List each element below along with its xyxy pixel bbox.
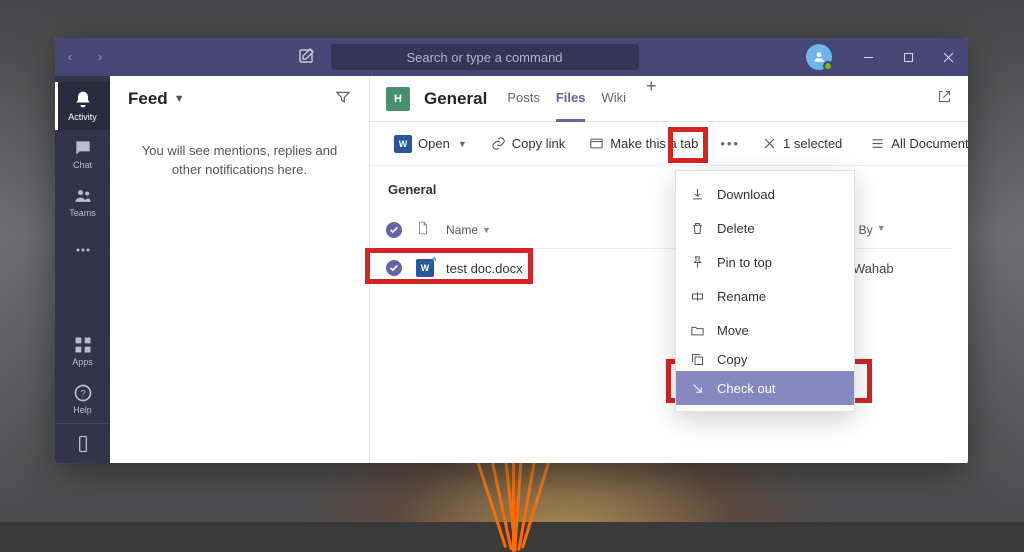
- popout-icon[interactable]: [937, 89, 952, 109]
- close-button[interactable]: [928, 38, 968, 76]
- maketab-button[interactable]: Make this a tab: [579, 129, 708, 159]
- table-row[interactable]: W↗ test doc.docx … n Wahab: [386, 249, 952, 287]
- minimize-button[interactable]: [848, 38, 888, 76]
- rail-help[interactable]: ?Help: [55, 375, 110, 423]
- file-modifiedby: n Wahab: [842, 261, 952, 276]
- location-breadcrumb[interactable]: General: [388, 182, 950, 197]
- presence-badge: [823, 61, 833, 71]
- feed-empty-text: You will see mentions, replies and other…: [110, 122, 369, 200]
- compose-icon[interactable]: [297, 47, 317, 67]
- select-all-toggle[interactable]: [386, 222, 402, 238]
- menu-rename[interactable]: Rename: [676, 279, 854, 313]
- rail-apps[interactable]: Apps: [55, 327, 110, 375]
- feed-header: Feed ▼: [110, 76, 369, 122]
- tab-wiki[interactable]: Wiki: [601, 76, 626, 122]
- app-rail: Activity Chat Teams Apps ?Help: [55, 76, 110, 463]
- menu-pin[interactable]: Pin to top: [676, 245, 854, 279]
- search-input[interactable]: Search or type a command: [331, 44, 639, 70]
- search-placeholder: Search or type a command: [406, 50, 562, 65]
- team-icon: H: [386, 87, 410, 111]
- overflow-button[interactable]: •••: [712, 129, 748, 159]
- avatar[interactable]: [806, 44, 832, 70]
- teams-window: ‹ › Search or type a command Activity Ch…: [55, 38, 968, 463]
- clear-selection-button[interactable]: 1 selected: [752, 129, 852, 159]
- menu-delete[interactable]: Delete: [676, 211, 854, 245]
- feed-title[interactable]: Feed: [128, 89, 168, 109]
- feed-panel: Feed ▼ You will see mentions, replies an…: [110, 76, 370, 463]
- menu-download[interactable]: Download: [676, 177, 854, 211]
- add-tab-button[interactable]: +: [642, 76, 661, 122]
- grid-header: Name▼ ed By▼: [386, 211, 952, 249]
- copylink-button[interactable]: Copy link: [481, 129, 575, 159]
- maximize-button[interactable]: [888, 38, 928, 76]
- menu-checkout[interactable]: Check out: [676, 371, 854, 405]
- nav-back-button[interactable]: ‹: [55, 50, 85, 64]
- row-select-toggle[interactable]: [386, 260, 402, 276]
- svg-text:?: ?: [80, 388, 85, 398]
- tab-posts[interactable]: Posts: [507, 76, 540, 122]
- titlebar: ‹ › Search or type a command: [55, 38, 968, 76]
- rail-chat[interactable]: Chat: [55, 130, 110, 178]
- file-icon: [416, 220, 430, 236]
- chevron-down-icon[interactable]: ▼: [174, 93, 185, 105]
- col-name[interactable]: Name: [446, 223, 478, 237]
- command-bar: WOpen▼ Copy link Make this a tab ••• 1 s…: [370, 122, 968, 166]
- files-area: General Name▼ ed By▼ W↗ test doc.docx … …: [370, 166, 968, 287]
- tab-files[interactable]: Files: [556, 76, 586, 122]
- menu-copy[interactable]: Copy: [676, 347, 854, 371]
- rail-mobile[interactable]: [55, 423, 110, 463]
- view-selector[interactable]: All Documents▼: [860, 129, 968, 159]
- rail-activity[interactable]: Activity: [55, 82, 110, 130]
- channel-header: H General Posts Files Wiki +: [370, 76, 968, 122]
- main-panel: H General Posts Files Wiki + WOpen▼ Copy…: [370, 76, 968, 463]
- filter-icon[interactable]: [335, 89, 351, 110]
- rail-teams[interactable]: Teams: [55, 178, 110, 226]
- menu-move[interactable]: Move: [676, 313, 854, 347]
- open-button[interactable]: WOpen▼: [384, 129, 477, 159]
- channel-name: General: [424, 89, 487, 109]
- rail-more[interactable]: [55, 226, 110, 274]
- nav-forward-button[interactable]: ›: [85, 50, 115, 64]
- context-menu: Download Delete Pin to top Rename Move C…: [675, 170, 855, 412]
